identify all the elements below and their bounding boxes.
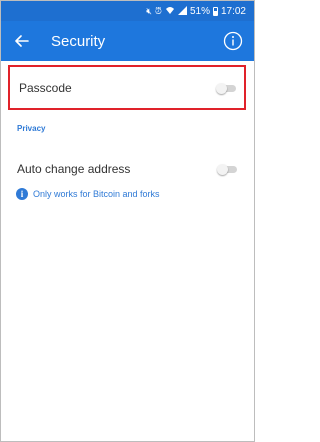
arrow-left-icon: [15, 35, 29, 47]
passcode-toggle[interactable]: [216, 82, 236, 94]
back-button[interactable]: [11, 30, 33, 52]
status-bar: 🔇︎ ⏰︎ 51% 17:02: [1, 1, 254, 21]
page-title: Security: [51, 32, 106, 50]
screen: 🔇︎ ⏰︎ 51% 17:02 Security Passcode Privac…: [0, 0, 255, 442]
info-button[interactable]: [223, 31, 243, 51]
alarm-icon: ⏰︎: [154, 5, 162, 16]
mute-icon: 🔇︎: [146, 5, 152, 16]
auto-change-address-toggle[interactable]: [217, 164, 237, 175]
info-icon: i: [16, 188, 28, 200]
privacy-section-header: Privacy: [17, 124, 46, 133]
passcode-label: Passcode: [19, 80, 72, 95]
toggle-thumb: [216, 82, 227, 94]
wifi-icon: [165, 6, 175, 17]
info-circle-icon: [223, 31, 243, 51]
clock: 17:02: [220, 5, 246, 17]
auto-change-address-label: Auto change address: [17, 162, 131, 176]
signal-icon: [177, 5, 187, 17]
auto-change-address-row[interactable]: Auto change address: [17, 159, 237, 179]
bitcoin-note-text: Only works for Bitcoin and forks: [33, 189, 160, 199]
battery-icon: [212, 6, 218, 16]
bitcoin-note: i Only works for Bitcoin and forks: [16, 188, 160, 200]
toggle-thumb: [217, 164, 228, 175]
battery-percent: 51%: [189, 5, 210, 17]
passcode-row[interactable]: Passcode: [8, 65, 246, 110]
app-bar: Security: [1, 21, 254, 61]
